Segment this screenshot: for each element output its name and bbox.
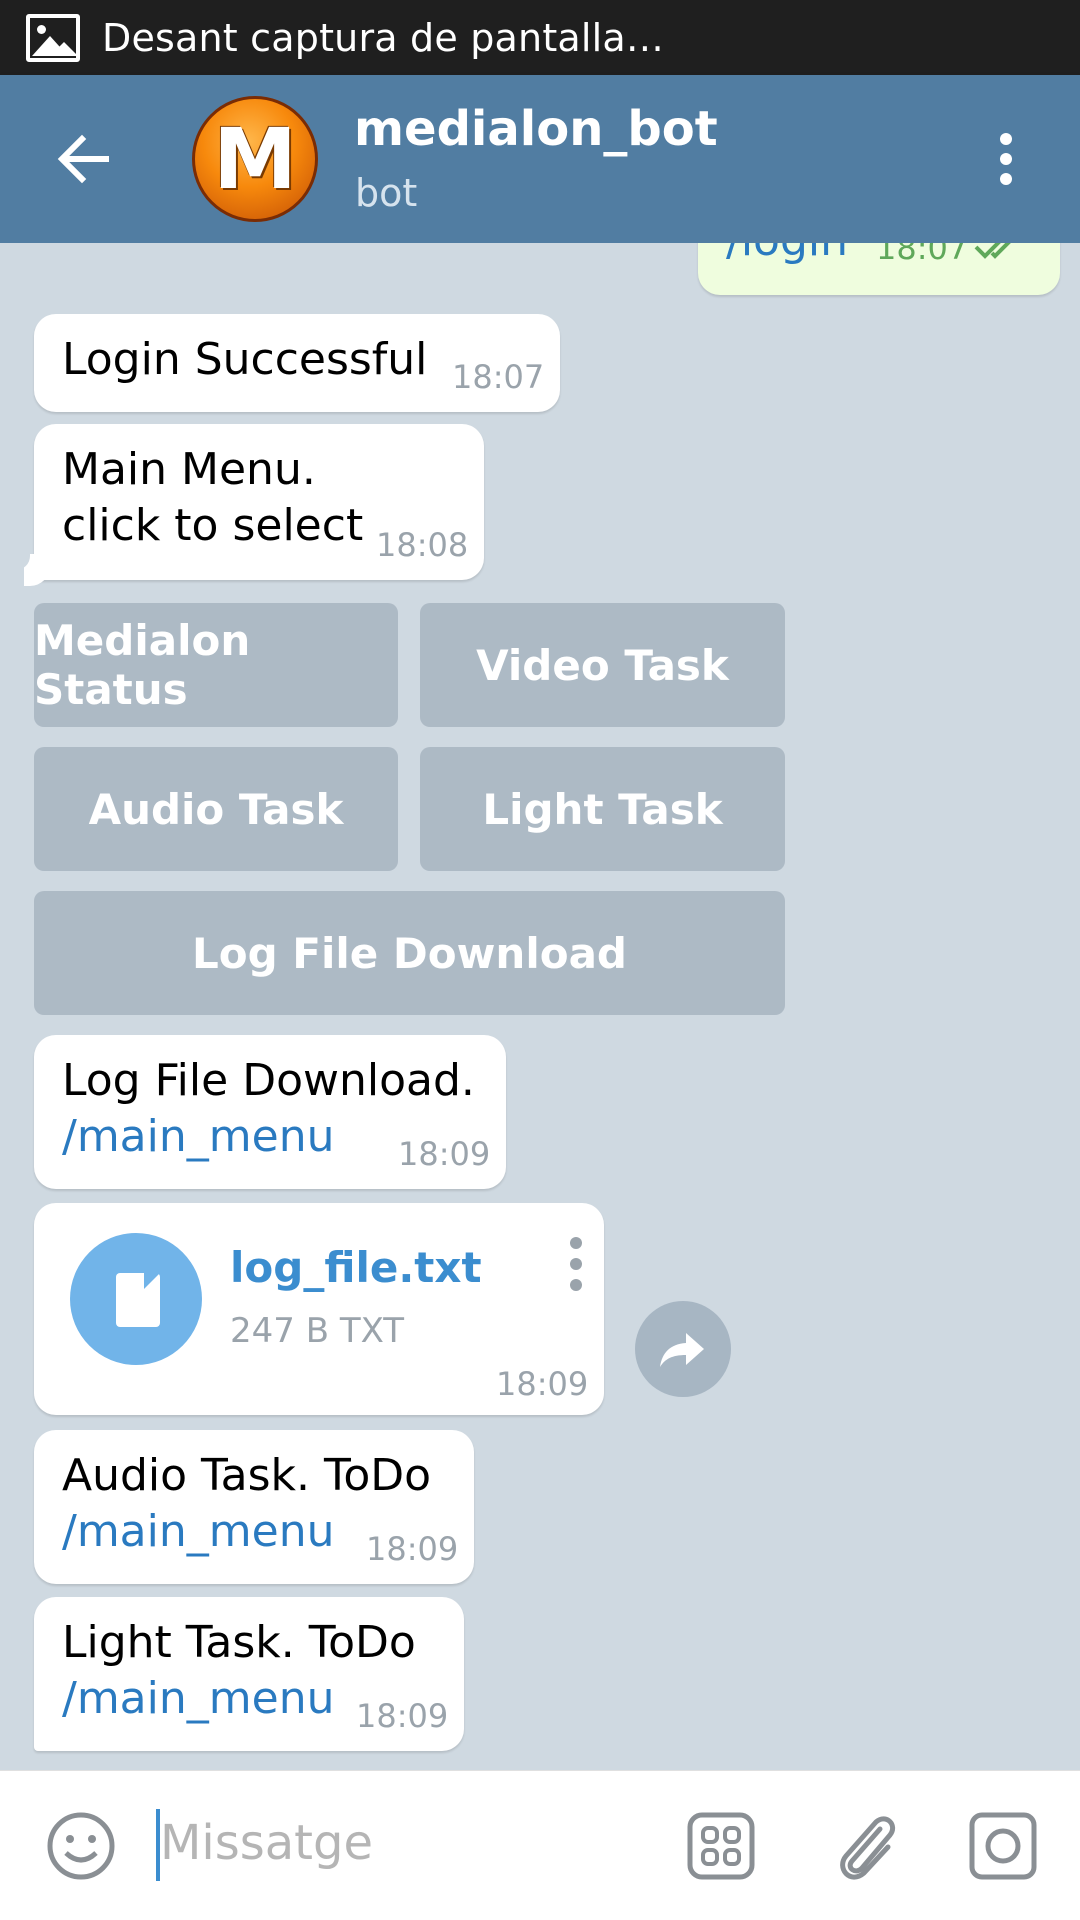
message-input-bar: Missatge <box>0 1770 1080 1920</box>
main-menu-link[interactable]: /main_menu <box>62 1504 334 1560</box>
keyboard-button-video-task[interactable]: Video Task <box>420 603 785 727</box>
screenshot-icon <box>26 13 80 62</box>
message-time: 18:08 <box>376 526 469 564</box>
message-time: 18:07 <box>452 358 545 396</box>
share-icon[interactable] <box>635 1301 731 1397</box>
camera-icon[interactable] <box>968 1811 1038 1881</box>
status-bar: Desant captura de pantalla… <box>0 0 1080 75</box>
message-text-line1: Main Menu. <box>62 444 316 495</box>
message-text: Audio Task. ToDo <box>62 1450 432 1501</box>
message-time: 18:09 <box>496 1365 589 1403</box>
message-incoming[interactable]: Login Successful 18:07 <box>34 314 560 412</box>
message-incoming[interactable]: Main Menu. click to select 18:08 <box>34 424 484 580</box>
message-text: Light Task. ToDo <box>62 1617 416 1668</box>
keyboard-button-log-file-download[interactable]: Log File Download <box>34 891 785 1015</box>
main-menu-link[interactable]: /main_menu <box>62 1671 334 1727</box>
attach-icon[interactable] <box>830 1807 900 1883</box>
chat-subtitle: bot <box>355 171 418 215</box>
file-icon[interactable] <box>70 1233 202 1365</box>
file-message[interactable]: log_file.txt 247 B TXT 18:09 <box>34 1203 604 1415</box>
message-text-line2: click to select <box>62 500 364 551</box>
message-text: Login Successful <box>62 334 428 385</box>
message-incoming[interactable]: Audio Task. ToDo /main_menu 18:09 <box>34 1430 474 1584</box>
avatar[interactable]: M <box>192 96 318 222</box>
file-meta: 247 B TXT <box>230 1311 405 1351</box>
file-more-icon[interactable] <box>570 1237 584 1300</box>
message-input[interactable]: Missatge <box>160 1815 373 1871</box>
message-incoming[interactable]: Light Task. ToDo /main_menu 18:09 <box>34 1597 464 1751</box>
keyboard-button-audio-task[interactable]: Audio Task <box>34 747 398 871</box>
message-text: Log File Download. <box>62 1055 475 1106</box>
message-time: 18:09 <box>366 1530 459 1568</box>
file-name[interactable]: log_file.txt <box>230 1243 482 1292</box>
back-arrow-icon[interactable] <box>52 127 116 191</box>
more-options-icon[interactable] <box>995 133 1017 189</box>
read-checkmarks-icon <box>974 243 1011 259</box>
message-time: 18:09 <box>356 1697 449 1735</box>
status-text: Desant captura de pantalla… <box>102 15 665 60</box>
message-list[interactable]: /login 18:07 Login Successful 18:07 Main… <box>0 243 1080 1770</box>
message-text: /login <box>726 243 848 269</box>
chat-header: M medialon_bot bot <box>0 75 1080 243</box>
keyboard-button-light-task[interactable]: Light Task <box>420 747 785 871</box>
message-time: 18:09 <box>398 1135 491 1173</box>
message-incoming[interactable]: Log File Download. /main_menu 18:09 <box>34 1035 506 1189</box>
chat-title[interactable]: medialon_bot <box>354 101 718 157</box>
bubble-tail <box>16 550 30 570</box>
emoji-icon[interactable] <box>46 1811 116 1881</box>
message-time: 18:07 <box>876 243 969 267</box>
message-outgoing[interactable]: /login 18:07 <box>698 243 1060 295</box>
keyboard-button-medialon-status[interactable]: Medialon Status <box>34 603 398 727</box>
bot-keyboard-icon[interactable] <box>686 1811 756 1881</box>
main-menu-link[interactable]: /main_menu <box>62 1109 334 1165</box>
